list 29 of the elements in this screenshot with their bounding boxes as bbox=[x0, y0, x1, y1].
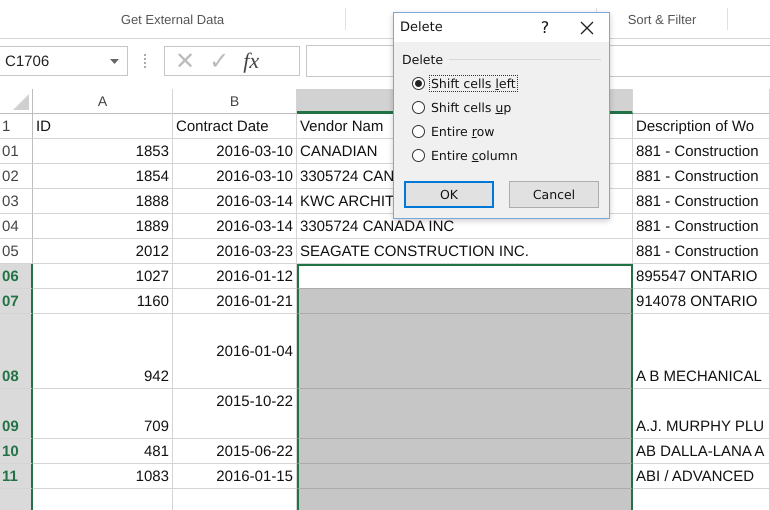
ribbon-group-label: Sort & Filter bbox=[628, 12, 696, 26]
ribbon-group-label: Get External Data bbox=[120, 12, 224, 26]
table-cell: 1854 bbox=[33, 164, 173, 189]
table-cell: SEAGATE CONSTRUCTION INC. bbox=[297, 239, 633, 264]
table-cell: AB DALLA-LANA A bbox=[633, 439, 770, 464]
table-cell: 1889 bbox=[33, 214, 173, 239]
table-cell: 1083 bbox=[33, 464, 173, 489]
table-cell: 942 bbox=[33, 314, 173, 389]
table-cell: 881 - Construction bbox=[633, 239, 770, 264]
table-cell: A.J. MURPHY PLU bbox=[633, 389, 770, 439]
table-cell: 709 bbox=[33, 389, 173, 439]
table-cell: ID bbox=[33, 114, 173, 139]
table-cell: 1027 bbox=[33, 264, 173, 289]
table-cell: 2012 bbox=[33, 239, 173, 264]
table-cell: A B MECHANICAL bbox=[633, 314, 770, 389]
table-cell: Description of Wo bbox=[633, 114, 770, 139]
table-cell: 1853 bbox=[33, 139, 173, 164]
table-cell: 895547 ONTARIO bbox=[633, 264, 770, 289]
table-cell: ABI / ADVANCED bbox=[633, 464, 770, 489]
table-cell: 881 - Construction bbox=[633, 189, 770, 214]
dialog-title: Delete bbox=[400, 20, 444, 35]
table-cell: 914078 ONTARIO bbox=[633, 289, 770, 314]
table-cell: 881 - Construction bbox=[633, 139, 770, 164]
table-cell: 1160 bbox=[33, 289, 173, 314]
group-label: Delete bbox=[402, 52, 444, 67]
table-cell: 1888 bbox=[33, 189, 173, 214]
table-cell: 881 - Construction bbox=[633, 164, 770, 189]
table-cell: 881 - Construction bbox=[633, 214, 770, 239]
table-cell: 481 bbox=[33, 439, 173, 464]
